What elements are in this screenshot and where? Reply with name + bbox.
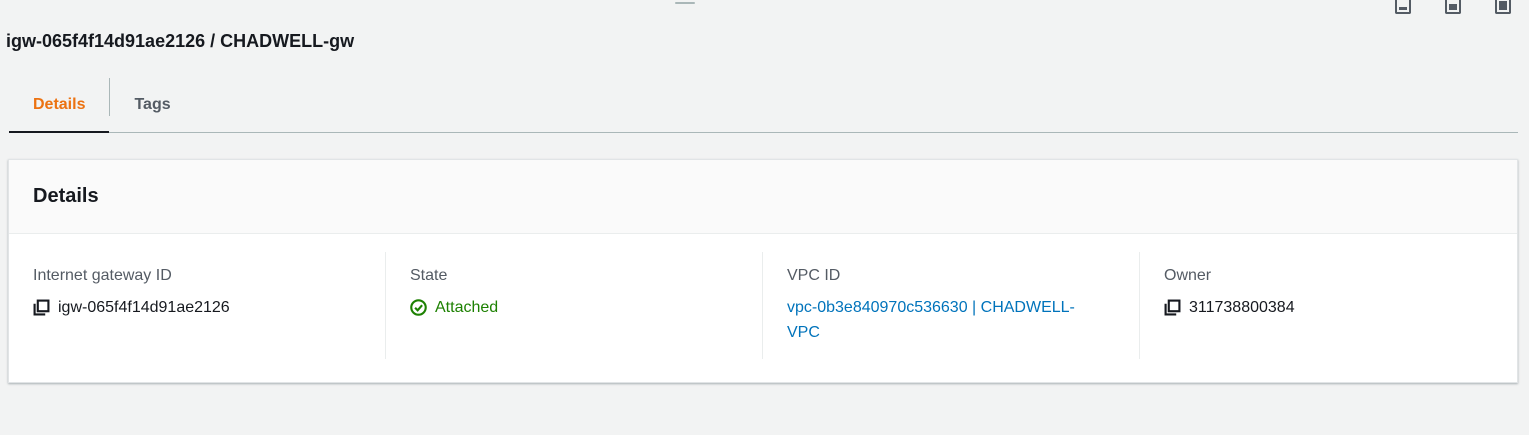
panel-half-icon[interactable] xyxy=(1445,0,1461,14)
field-label: Internet gateway ID xyxy=(33,267,172,284)
panel-full-icon[interactable] xyxy=(1495,0,1511,14)
vpc-id-link[interactable]: vpc-0b3e840970c536630 | CHADWELL-VPC xyxy=(787,295,1115,345)
panel-heading: Details xyxy=(33,185,99,207)
state-value: Attached xyxy=(435,299,499,316)
vpc-id-value[interactable]: vpc-0b3e840970c536630 | CHADWELL-VPC xyxy=(787,295,1107,345)
field-value: 311738800384 xyxy=(1164,295,1493,320)
field-label: Owner xyxy=(1164,267,1212,284)
field-state: State Attached xyxy=(386,252,763,359)
split-drag-handle[interactable] xyxy=(675,2,695,4)
panel-bottom-icon[interactable] xyxy=(1395,0,1411,14)
owner-value: 311738800384 xyxy=(1189,299,1295,316)
page-title: igw-065f4f14d91ae2126 / CHADWELL-gw xyxy=(6,31,355,51)
field-label: VPC ID xyxy=(787,267,841,284)
field-label: State xyxy=(410,267,448,284)
window-controls xyxy=(1395,0,1511,14)
tab-tags[interactable]: Tags xyxy=(110,77,194,132)
field-value: Attached xyxy=(410,295,738,320)
field-value: igw-065f4f14d91ae2126 xyxy=(33,295,361,320)
copy-icon[interactable] xyxy=(1164,299,1181,316)
copy-icon[interactable] xyxy=(33,299,50,316)
check-circle-icon xyxy=(410,299,427,316)
field-internet-gateway-id: Internet gateway ID igw-065f4f14d91ae212… xyxy=(9,252,386,359)
details-panel: Details Internet gateway ID igw-065f4f14… xyxy=(8,159,1518,383)
panel-body: Internet gateway ID igw-065f4f14d91ae212… xyxy=(9,234,1517,359)
field-owner: Owner 311738800384 xyxy=(1140,252,1517,359)
tab-details[interactable]: Details xyxy=(9,77,110,133)
internet-gateway-id-value: igw-065f4f14d91ae2126 xyxy=(58,299,230,316)
tab-bar: Details Tags xyxy=(9,77,1518,133)
panel-header: Details xyxy=(9,160,1517,234)
field-vpc-id: VPC ID vpc-0b3e840970c536630 | CHADWELL-… xyxy=(763,252,1140,359)
